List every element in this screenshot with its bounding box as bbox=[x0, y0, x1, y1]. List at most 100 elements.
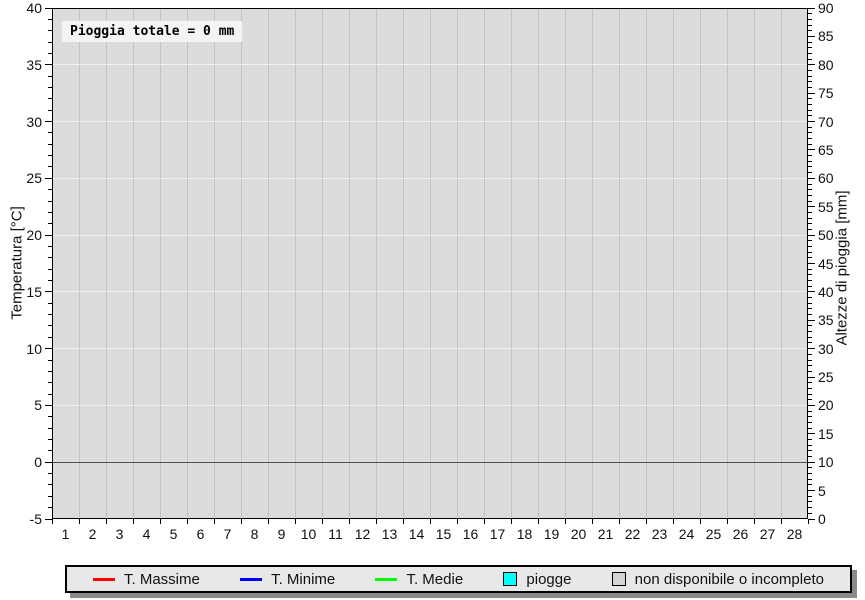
legend-label: T. Medie bbox=[406, 571, 463, 588]
right-minor-tick bbox=[808, 104, 812, 105]
major-gridline bbox=[52, 64, 808, 65]
left-minor-tick bbox=[48, 189, 52, 190]
day-label: 2 bbox=[89, 526, 97, 542]
day-label: 21 bbox=[598, 526, 614, 542]
right-minor-tick bbox=[808, 246, 812, 247]
legend: T. MassimeT. MinimeT. Mediepioggenon dis… bbox=[65, 565, 852, 593]
right-minor-tick bbox=[808, 30, 812, 31]
left-minor-tick bbox=[48, 98, 52, 99]
bottom-tick bbox=[808, 519, 809, 524]
left-axis-tick-label: 35 bbox=[26, 57, 42, 73]
right-minor-tick bbox=[808, 501, 812, 502]
right-minor-tick bbox=[808, 229, 812, 230]
unavailable-day-column bbox=[160, 8, 187, 519]
bottom-tick bbox=[646, 519, 647, 524]
right-minor-tick bbox=[808, 297, 812, 298]
right-minor-tick bbox=[808, 189, 812, 190]
right-axis-tick-label: 60 bbox=[818, 170, 834, 186]
bottom-tick bbox=[133, 519, 134, 524]
bottom-tick bbox=[592, 519, 593, 524]
line-swatch-icon bbox=[375, 578, 397, 581]
day-gridline bbox=[565, 8, 566, 519]
day-label: 25 bbox=[706, 526, 722, 542]
right-minor-tick bbox=[808, 422, 812, 423]
unavailable-day-column bbox=[646, 8, 673, 519]
right-major-tick bbox=[808, 291, 815, 292]
right-axis-tick-label: 90 bbox=[818, 0, 834, 16]
line-swatch-icon bbox=[93, 578, 115, 581]
unavailable-day-column bbox=[79, 8, 106, 519]
right-minor-tick bbox=[808, 456, 812, 457]
day-label: 24 bbox=[679, 526, 695, 542]
day-label: 11 bbox=[328, 526, 343, 542]
major-gridline bbox=[52, 178, 808, 179]
day-gridline bbox=[241, 8, 242, 519]
left-minor-tick bbox=[48, 450, 52, 451]
right-minor-tick bbox=[808, 195, 812, 196]
left-axis-tick-label: 5 bbox=[34, 397, 42, 413]
unavailable-day-column bbox=[295, 8, 322, 519]
right-minor-tick bbox=[808, 166, 812, 167]
unavailable-day-column bbox=[457, 8, 484, 519]
day-gridline bbox=[673, 8, 674, 519]
bottom-tick bbox=[754, 519, 755, 524]
right-minor-tick bbox=[808, 467, 812, 468]
left-minor-tick bbox=[48, 144, 52, 145]
right-minor-tick bbox=[808, 484, 812, 485]
unavailable-day-column bbox=[214, 8, 241, 519]
left-axis-tick-label: 10 bbox=[26, 341, 42, 357]
left-minor-tick bbox=[48, 87, 52, 88]
right-major-tick bbox=[808, 93, 815, 94]
square-swatch-icon bbox=[612, 572, 626, 586]
left-minor-tick bbox=[48, 303, 52, 304]
right-axis-tick-label: 15 bbox=[818, 426, 834, 442]
right-major-tick bbox=[808, 377, 815, 378]
bottom-tick bbox=[700, 519, 701, 524]
right-minor-tick bbox=[808, 132, 812, 133]
day-label: 7 bbox=[224, 526, 232, 542]
right-minor-tick bbox=[808, 354, 812, 355]
right-minor-tick bbox=[808, 303, 812, 304]
right-axis-tick-label: 20 bbox=[818, 397, 834, 413]
left-major-tick bbox=[45, 178, 52, 179]
bottom-tick bbox=[322, 519, 323, 524]
legend-label: T. Massime bbox=[124, 571, 200, 588]
right-axis-tick-label: 55 bbox=[818, 199, 834, 215]
right-minor-tick bbox=[808, 365, 812, 366]
right-minor-tick bbox=[808, 144, 812, 145]
left-axis-title: Temperatura [°C] bbox=[9, 206, 26, 320]
right-minor-tick bbox=[808, 76, 812, 77]
bottom-tick bbox=[457, 519, 458, 524]
right-major-tick bbox=[808, 519, 815, 520]
left-axis-tick-label: 0 bbox=[34, 454, 42, 470]
right-minor-tick bbox=[808, 252, 812, 253]
right-axis-title: Altezze di pioggia [mm] bbox=[834, 190, 851, 345]
right-minor-tick bbox=[808, 445, 812, 446]
right-axis-tick-label: 40 bbox=[818, 284, 834, 300]
left-minor-tick bbox=[48, 269, 52, 270]
day-gridline bbox=[538, 8, 539, 519]
day-gridline bbox=[457, 8, 458, 519]
left-major-tick bbox=[45, 8, 52, 9]
right-minor-tick bbox=[808, 411, 812, 412]
right-minor-tick bbox=[808, 42, 812, 43]
bottom-tick bbox=[781, 519, 782, 524]
bottom-tick bbox=[565, 519, 566, 524]
left-minor-tick bbox=[48, 280, 52, 281]
right-minor-tick bbox=[808, 388, 812, 389]
day-gridline bbox=[322, 8, 323, 519]
unavailable-day-column bbox=[673, 8, 700, 519]
major-gridline bbox=[52, 121, 808, 122]
day-label: 27 bbox=[760, 526, 776, 542]
right-major-tick bbox=[808, 121, 815, 122]
left-major-tick bbox=[45, 462, 52, 463]
left-major-tick bbox=[45, 405, 52, 406]
left-minor-tick bbox=[48, 314, 52, 315]
right-minor-tick bbox=[808, 507, 812, 508]
day-gridline bbox=[781, 8, 782, 519]
right-minor-tick bbox=[808, 257, 812, 258]
right-minor-tick bbox=[808, 115, 812, 116]
right-minor-tick bbox=[808, 337, 812, 338]
right-minor-tick bbox=[808, 473, 812, 474]
unavailable-day-column bbox=[727, 8, 754, 519]
